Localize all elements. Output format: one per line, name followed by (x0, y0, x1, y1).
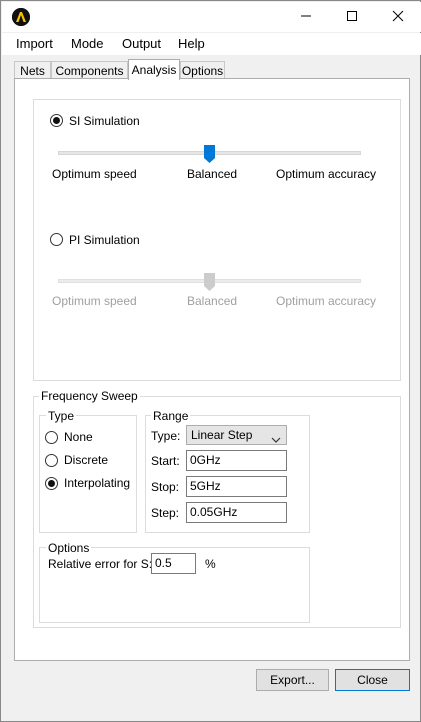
frequency-sweep-title: Frequency Sweep (39, 389, 140, 403)
pi-slider-left-label: Optimum speed (52, 294, 137, 308)
close-button[interactable]: Close (335, 669, 410, 691)
type-interpolating-label: Interpolating (64, 476, 131, 490)
app-logo-icon (12, 8, 30, 26)
maximize-icon (346, 10, 358, 25)
pi-slider-right-label: Optimum accuracy (276, 294, 377, 308)
type-interpolating-radio[interactable] (45, 477, 58, 490)
menu-bar: Import Mode Output Help (2, 33, 421, 55)
range-start-label: Start: (151, 454, 180, 468)
pi-slider-mid-label: Balanced (187, 294, 238, 308)
maximize-button[interactable] (329, 2, 375, 32)
range-type-select[interactable]: Linear Step (186, 425, 287, 445)
type-discrete-label: Discrete (64, 453, 109, 467)
si-simulation-radio[interactable] (50, 114, 63, 127)
chevron-down-icon (271, 431, 281, 449)
si-slider-left-label: Optimum speed (52, 167, 137, 181)
range-start-input[interactable]: 0GHz (186, 450, 287, 471)
type-none-radio[interactable] (45, 431, 58, 444)
range-stop-label: Stop: (151, 480, 180, 494)
type-none-label: None (64, 430, 93, 444)
menu-output[interactable]: Output (122, 36, 161, 51)
relative-error-unit: % (205, 557, 216, 571)
range-step-label: Step: (151, 506, 180, 520)
range-step-input[interactable]: 0.05GHz (186, 502, 287, 523)
pi-simulation-radio[interactable] (50, 233, 63, 246)
tab-analysis[interactable]: Analysis (128, 59, 180, 80)
si-slider-thumb[interactable] (204, 145, 215, 163)
si-slider-mid-label: Balanced (187, 167, 238, 181)
relative-error-input[interactable]: 0.5 (151, 553, 196, 574)
type-discrete-radio[interactable] (45, 454, 58, 467)
sweep-range-title: Range (151, 409, 191, 423)
minimize-icon (300, 10, 312, 25)
export-button[interactable]: Export... (256, 669, 329, 691)
app-window: Import Mode Output Help Nets Components … (0, 0, 421, 722)
close-icon (392, 10, 404, 25)
close-window-button[interactable] (375, 2, 421, 32)
relative-error-label: Relative error for S: (48, 557, 153, 571)
si-slider-right-label: Optimum accuracy (276, 167, 377, 181)
pi-slider-thumb[interactable] (204, 273, 215, 291)
minimize-button[interactable] (283, 2, 329, 32)
range-stop-input[interactable]: 5GHz (186, 476, 287, 497)
range-type-value: Linear Step (191, 428, 253, 442)
pi-simulation-label: PI Simulation (69, 233, 140, 247)
menu-help[interactable]: Help (178, 36, 205, 51)
sweep-type-title: Type (46, 409, 77, 423)
menu-import[interactable]: Import (16, 36, 53, 51)
range-type-label: Type: (151, 429, 181, 443)
sweep-options-title: Options (46, 541, 92, 555)
menu-mode[interactable]: Mode (71, 36, 104, 51)
si-simulation-label: SI Simulation (69, 114, 140, 128)
title-bar[interactable] (2, 2, 421, 32)
